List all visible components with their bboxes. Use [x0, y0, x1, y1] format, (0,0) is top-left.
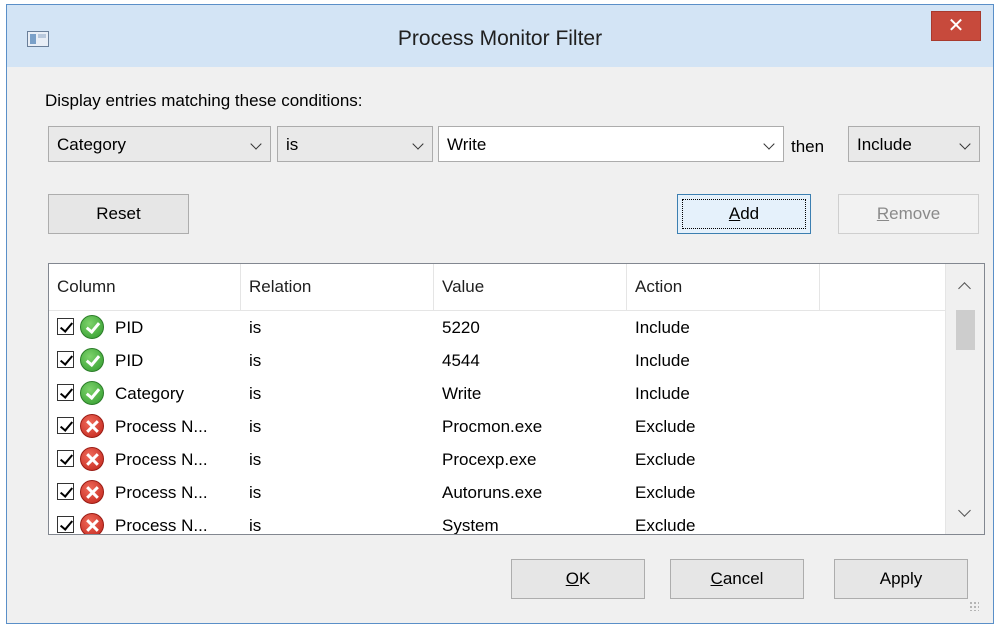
list-item[interactable]: Process N... is System Exclude: [49, 509, 945, 535]
cell-value: Procmon.exe: [442, 417, 543, 436]
cell-action: Exclude: [635, 450, 696, 469]
chevron-down-icon: [412, 138, 424, 150]
exclude-x-icon: [80, 447, 104, 471]
scroll-up-arrow-icon[interactable]: [946, 264, 984, 304]
ok-button-label: OK: [565, 569, 591, 588]
exclude-x-icon: [80, 480, 104, 504]
cell-action: Include: [635, 351, 690, 370]
exclude-x-icon: [80, 513, 104, 534]
row-checkbox[interactable]: [57, 516, 74, 533]
window-title: Process Monitor Filter: [397, 27, 603, 50]
cell-column: Process N...: [115, 417, 208, 436]
list-item[interactable]: PID is 5220 Include: [49, 311, 945, 344]
ok-button[interactable]: OK: [511, 559, 645, 599]
remove-button-label: Remove: [876, 204, 941, 223]
list-item[interactable]: Process N... is Procexp.exe Exclude: [49, 443, 945, 476]
cell-relation: is: [249, 384, 262, 403]
list-header: Column Relation Value Action: [49, 264, 945, 311]
cell-column: Process N...: [115, 450, 208, 469]
cell-relation: is: [249, 318, 262, 337]
cell-value: Procexp.exe: [442, 450, 537, 469]
cell-value: 5220: [442, 318, 480, 337]
cell-action: Exclude: [635, 483, 696, 502]
list-item[interactable]: Process N... is Procmon.exe Exclude: [49, 410, 945, 443]
list-item[interactable]: Process N... is Autoruns.exe Exclude: [49, 476, 945, 509]
cell-value: Autoruns.exe: [442, 483, 543, 502]
column-combo[interactable]: Category: [48, 126, 271, 162]
add-button[interactable]: Add: [677, 194, 811, 234]
cell-relation: is: [249, 483, 262, 502]
chevron-down-icon: [250, 138, 262, 150]
column-header-value[interactable]: Value: [434, 264, 627, 310]
cell-action: Exclude: [635, 417, 696, 436]
then-label: then: [791, 137, 825, 156]
cell-relation: is: [249, 417, 262, 436]
cancel-button[interactable]: Cancel: [670, 559, 804, 599]
column-header-action[interactable]: Action: [627, 264, 820, 310]
row-checkbox[interactable]: [57, 483, 74, 500]
filter-dialog: Process Monitor Filter ✕ Display entries…: [6, 4, 994, 624]
cell-action: Exclude: [635, 516, 696, 535]
relation-combo-value: is: [286, 135, 299, 154]
value-combo[interactable]: Write: [438, 126, 784, 162]
cell-column: PID: [115, 351, 144, 370]
cancel-button-label: Cancel: [710, 569, 764, 588]
title-bar: Process Monitor Filter ✕: [7, 5, 993, 67]
cell-relation: is: [249, 351, 262, 370]
cell-action: Include: [635, 318, 690, 337]
column-header-column[interactable]: Column: [49, 264, 241, 310]
focus-rect: [682, 199, 806, 229]
row-checkbox[interactable]: [57, 384, 74, 401]
cell-column: PID: [115, 318, 144, 337]
action-combo[interactable]: Include: [848, 126, 980, 162]
close-button[interactable]: ✕: [931, 11, 981, 41]
chevron-down-icon: [763, 138, 775, 150]
cell-value: System: [442, 516, 499, 535]
chevron-down-icon: [959, 138, 971, 150]
apply-button[interactable]: Apply: [834, 559, 968, 599]
cell-value: Write: [442, 384, 482, 403]
cell-value: 4544: [442, 351, 480, 370]
scroll-thumb[interactable]: [956, 310, 975, 350]
filter-list: Column Relation Value Action PID is 5220 In…: [48, 263, 985, 535]
list-item[interactable]: Category is Write Include: [49, 377, 945, 410]
apply-button-label: Apply: [879, 569, 923, 588]
scroll-down-arrow-icon[interactable]: [946, 494, 984, 534]
cell-column: Process N...: [115, 516, 208, 535]
cell-action: Include: [635, 384, 690, 403]
resize-grip[interactable]: [969, 601, 979, 611]
row-checkbox[interactable]: [57, 318, 74, 335]
include-check-icon: [80, 315, 104, 339]
dialog-body: Display entries matching these condition…: [15, 67, 985, 617]
action-combo-value: Include: [857, 135, 912, 154]
conditions-label: Display entries matching these condition…: [45, 91, 363, 110]
vertical-scrollbar[interactable]: [945, 264, 984, 534]
column-header-relation[interactable]: Relation: [241, 264, 434, 310]
list-item[interactable]: PID is 4544 Include: [49, 344, 945, 377]
include-check-icon: [80, 348, 104, 372]
remove-button[interactable]: Remove: [838, 194, 979, 234]
relation-combo[interactable]: is: [277, 126, 433, 162]
cell-relation: is: [249, 450, 262, 469]
reset-button[interactable]: Reset: [48, 194, 189, 234]
row-checkbox[interactable]: [57, 450, 74, 467]
row-checkbox[interactable]: [57, 351, 74, 368]
reset-button-label: Reset: [96, 204, 141, 223]
column-combo-value: Category: [57, 135, 126, 154]
exclude-x-icon: [80, 414, 104, 438]
value-combo-value: Write: [447, 135, 487, 154]
include-check-icon: [80, 381, 104, 405]
cell-column: Category: [115, 384, 184, 403]
row-checkbox[interactable]: [57, 417, 74, 434]
cell-column: Process N...: [115, 483, 208, 502]
cell-relation: is: [249, 516, 262, 535]
